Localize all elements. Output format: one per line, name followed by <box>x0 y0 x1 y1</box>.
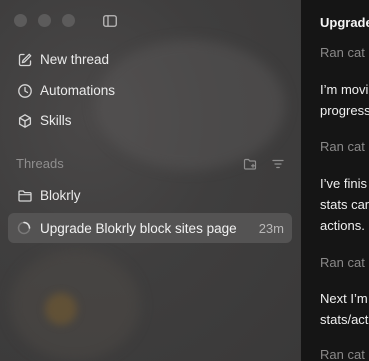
tool-call-line[interactable]: Ran cat <box>320 347 365 361</box>
message-line: actions. <box>320 218 365 233</box>
clock-icon <box>18 84 32 98</box>
window-close-button[interactable] <box>14 14 27 27</box>
edit-icon <box>18 53 32 67</box>
thread-item-active[interactable]: Upgrade Blokrly block sites page 23m <box>8 213 292 243</box>
tool-call-line[interactable]: Ran cat <box>320 255 365 270</box>
window-zoom-button[interactable] <box>62 14 75 27</box>
folder-label: Blokrly <box>40 188 81 203</box>
nav-label: Automations <box>40 83 116 98</box>
message-line: Next I’m <box>320 291 368 306</box>
message-line: I’m movi <box>320 82 369 97</box>
thread-title: Upgrade Blokrly block sites page <box>40 221 237 236</box>
folder-icon <box>18 190 32 202</box>
cube-icon <box>18 114 32 128</box>
nav-new-thread[interactable]: New thread <box>8 46 292 74</box>
sidebar: New thread Automations Skills Threads Bl… <box>0 0 301 361</box>
window-minimize-button[interactable] <box>38 14 51 27</box>
new-folder-icon[interactable] <box>243 157 257 171</box>
tool-call-line[interactable]: Ran cat <box>320 45 365 60</box>
message-line: progress <box>320 103 369 118</box>
loading-spinner-icon <box>17 221 31 235</box>
conversation-panel: Upgrade Ran cat I’m movi progress Ran ca… <box>301 0 369 361</box>
message-line: I’ve finis <box>320 176 367 191</box>
thread-timestamp: 23m <box>258 221 284 236</box>
threads-section-title: Threads <box>16 156 64 171</box>
nav-label: Skills <box>40 113 72 128</box>
sidebar-toggle-icon[interactable] <box>103 15 117 27</box>
nav-label: New thread <box>40 52 110 67</box>
message-line: stats/act <box>320 312 369 327</box>
conversation-title: Upgrade <box>320 15 369 30</box>
folder-blokrly[interactable]: Blokrly <box>8 182 292 210</box>
nav-skills[interactable]: Skills <box>8 107 292 135</box>
message-line: stats car <box>320 197 369 212</box>
nav-automations[interactable]: Automations <box>8 77 292 105</box>
tool-call-line[interactable]: Ran cat <box>320 139 365 154</box>
filter-icon[interactable] <box>271 157 285 171</box>
